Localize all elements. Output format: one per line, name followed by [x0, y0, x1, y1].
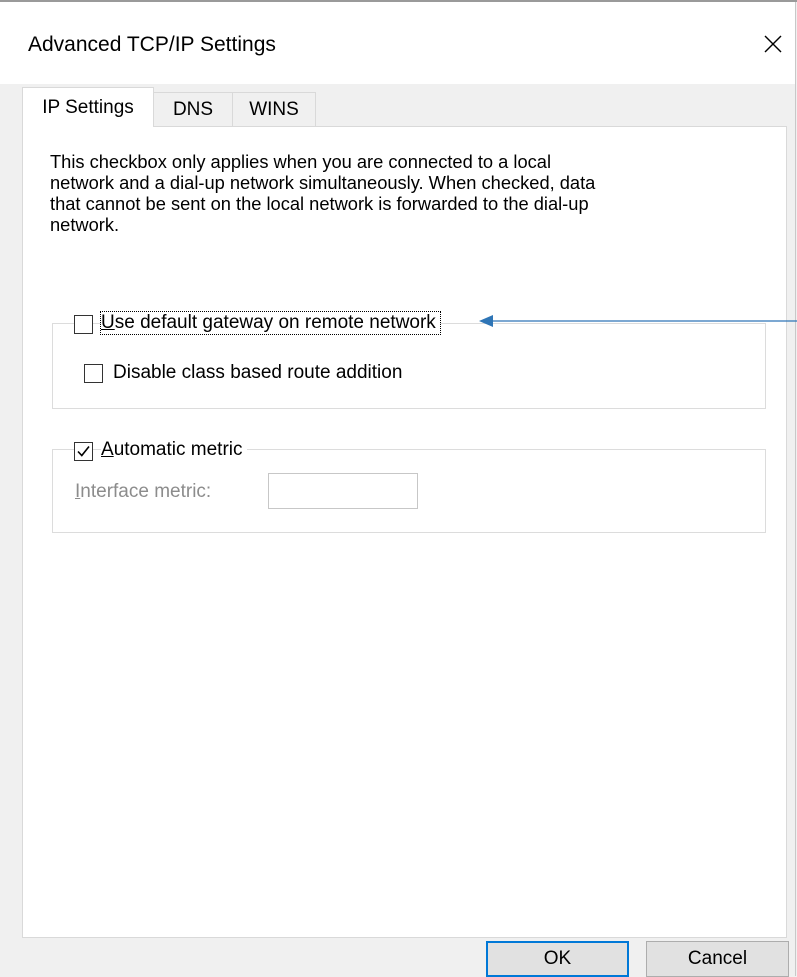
close-icon	[764, 35, 782, 53]
interface-metric-label: Interface metric:	[75, 481, 216, 503]
tab-label: DNS	[172, 98, 214, 120]
close-button[interactable]	[755, 26, 791, 62]
use-default-gateway-text: Use default gateway on remote network	[101, 312, 436, 333]
interface-metric-input[interactable]	[268, 473, 418, 509]
cancel-button-label: Cancel	[687, 948, 748, 969]
use-default-gateway-checkbox[interactable]	[74, 315, 93, 334]
ok-button-label: OK	[543, 948, 572, 969]
dialog-title: Advanced TCP/IP Settings	[28, 33, 276, 56]
tab-ip-settings[interactable]: IP Settings	[22, 87, 154, 127]
description-line: network.	[50, 214, 120, 235]
automatic-metric-label[interactable]: Automatic metric	[101, 439, 247, 461]
description-line: that cannot be sent on the local network…	[50, 193, 589, 214]
tab-wins[interactable]: WINS	[232, 92, 316, 126]
description-line: This checkbox only applies when you are …	[50, 151, 552, 172]
title-bar: Advanced TCP/IP Settings	[0, 2, 795, 84]
use-default-gateway-label[interactable]: Use default gateway on remote network	[100, 311, 441, 335]
ok-button[interactable]: OK	[486, 941, 629, 977]
disable-class-route-label[interactable]: Disable class based route addition	[113, 362, 407, 384]
tab-dns[interactable]: DNS	[153, 92, 233, 126]
automatic-metric-checkbox[interactable]	[74, 442, 93, 461]
checkmark-icon	[77, 446, 90, 457]
tab-label: WINS	[249, 98, 299, 120]
description-line: network and a dial-up network simultaneo…	[50, 172, 596, 193]
description-text: This checkbox only applies when you are …	[50, 151, 730, 235]
cancel-button[interactable]: Cancel	[646, 941, 789, 977]
tab-label: IP Settings	[42, 96, 134, 118]
disable-class-route-checkbox[interactable]	[84, 364, 103, 383]
